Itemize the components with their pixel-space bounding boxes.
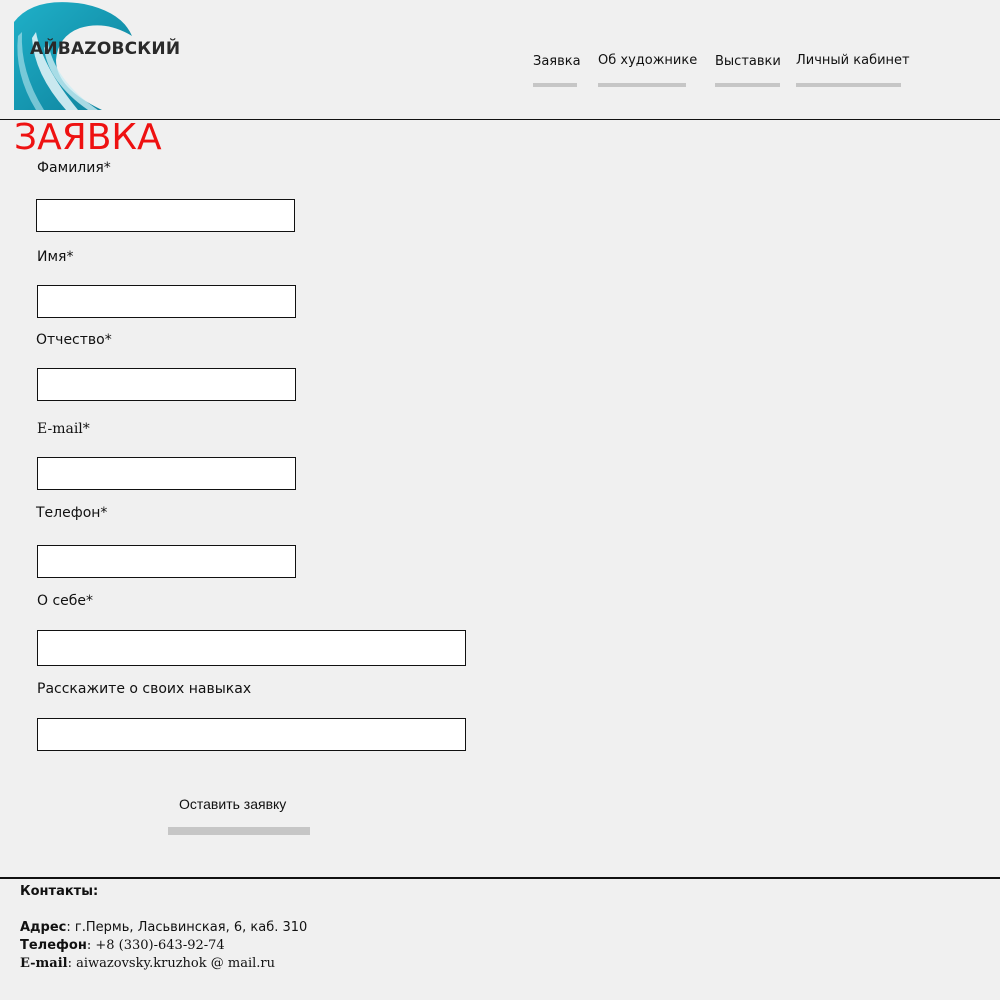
phone-input[interactable] xyxy=(37,545,296,578)
about-input[interactable] xyxy=(37,630,466,666)
nav-label[interactable]: Заявка xyxy=(533,54,581,69)
email-input[interactable] xyxy=(37,457,296,490)
nav-label[interactable]: Личный кабинет xyxy=(796,53,910,68)
email-label: E-mail xyxy=(20,956,68,971)
nav-underline xyxy=(796,83,901,87)
phone-row: Телефон: +8 (330)-643-92-74 xyxy=(20,937,307,955)
first-name-input[interactable] xyxy=(37,285,296,318)
phone-label: Телефон xyxy=(20,938,87,953)
email-value[interactable]: : aiwazovsky.kruzhok @ mail.ru xyxy=(68,956,275,971)
footer-divider xyxy=(0,877,1000,879)
skills-input[interactable] xyxy=(37,718,466,751)
phone-value: : +8 (330)-643-92-74 xyxy=(86,938,225,953)
last-name-input[interactable] xyxy=(36,199,295,232)
address-value: : г.Пермь, Ласьвинская, 6, каб. 310 xyxy=(66,920,308,935)
submit-underline xyxy=(168,827,310,835)
skills-label: Расскажите о своих навыках xyxy=(37,681,252,697)
first-name-label: Имя* xyxy=(37,249,74,265)
phone-label: Телефон* xyxy=(36,505,108,521)
page-title: ЗАЯВКА xyxy=(14,117,162,158)
nav-label[interactable]: Об художнике xyxy=(598,53,697,68)
footer-contacts: Контакты: Адрес: г.Пермь, Ласьвинская, 6… xyxy=(20,883,307,973)
email-row: E-mail: aiwazovsky.kruzhok @ mail.ru xyxy=(20,955,307,973)
patronymic-label: Отчество* xyxy=(36,332,112,348)
address-label: Адрес xyxy=(20,920,67,935)
logo-text: АЙВАZОВСКИЙ xyxy=(30,39,181,59)
contacts-heading: Контакты: xyxy=(20,884,99,899)
submit-label: Оставить заявку xyxy=(179,796,287,812)
patronymic-input[interactable] xyxy=(37,368,296,401)
nav-label[interactable]: Выставки xyxy=(715,54,781,69)
nav-underline xyxy=(715,83,780,87)
address-row: Адрес: г.Пермь, Ласьвинская, 6, каб. 310 xyxy=(20,919,307,937)
logo[interactable]: АЙВАZОВСКИЙ xyxy=(14,2,180,112)
nav-underline xyxy=(533,83,577,87)
last-name-label: Фамилия* xyxy=(37,160,111,176)
submit-application-button[interactable]: Оставить заявку xyxy=(168,795,310,835)
about-label: О себе* xyxy=(37,593,94,609)
nav-underline xyxy=(598,83,686,87)
email-label: E-mail* xyxy=(37,421,90,437)
